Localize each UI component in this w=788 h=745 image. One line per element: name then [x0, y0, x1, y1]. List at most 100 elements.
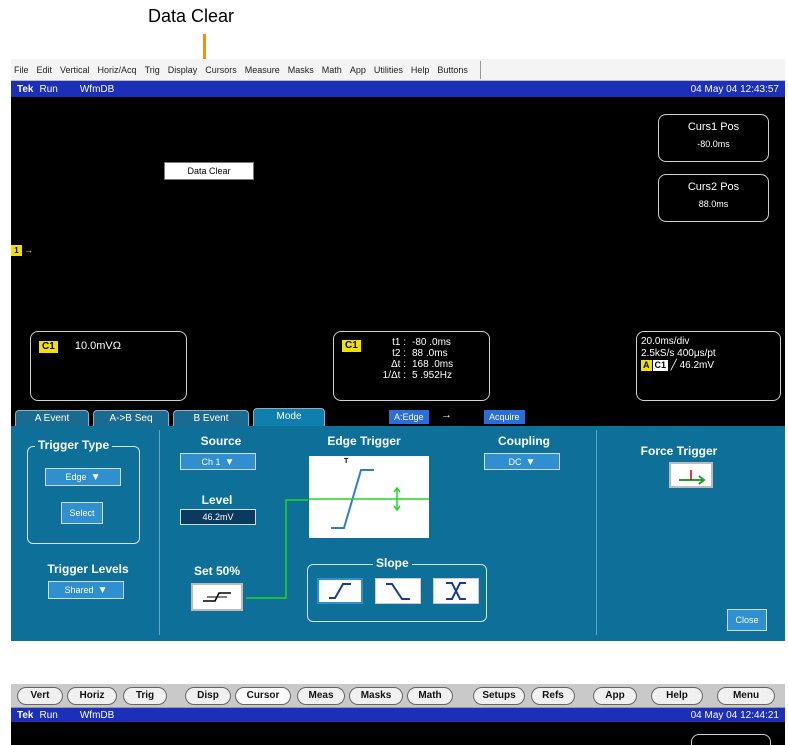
chevron-down-icon: ▼ — [224, 457, 235, 468]
inv-delta-t-value: 5 .952Hz — [412, 370, 453, 381]
menu-utilities[interactable]: Utilities — [374, 65, 403, 75]
setups-button[interactable]: Setups — [473, 687, 525, 705]
channel-1-arrow-icon: → — [24, 245, 33, 255]
source-value: Ch 1 — [201, 457, 221, 467]
vert-button[interactable]: Vert — [17, 687, 63, 705]
menu-vertical[interactable]: Vertical — [60, 65, 90, 75]
curs2-value: 88.0ms — [698, 199, 729, 209]
callout-label: Data Clear — [148, 6, 235, 26]
menu-app[interactable]: App — [350, 65, 366, 75]
level-field[interactable]: 46.2mV — [180, 509, 256, 525]
masks-button[interactable]: Masks — [349, 687, 403, 705]
force-trigger-icon — [679, 470, 706, 485]
source-title: Source — [200, 434, 242, 448]
trig-chip-c1: C1 — [652, 360, 669, 371]
trigger-type-group — [27, 446, 140, 544]
set-50-button[interactable] — [191, 583, 243, 611]
menu-measure[interactable]: Measure — [245, 65, 280, 75]
chevron-down-icon: ▼ — [97, 585, 108, 596]
brand-label: Tek — [17, 709, 34, 721]
status-bar: Tek Run WfmDB 04 May 04 12:43:57 — [11, 81, 785, 97]
menu-divider — [479, 60, 481, 79]
button-toolbar: Vert Horiz Trig Disp Cursor Meas Masks M… — [11, 684, 785, 708]
timestamp: 04 May 04 12:44:21 — [690, 709, 779, 721]
coupling-title: Coupling — [498, 434, 550, 448]
chevron-down-icon: ▼ — [525, 457, 536, 468]
acquire-status: Acquire — [484, 410, 525, 424]
menu-buttons[interactable]: Buttons — [437, 65, 468, 75]
edge-trigger-display: T — [309, 456, 429, 538]
source-dropdown[interactable]: Ch 1 ▼ — [180, 453, 256, 470]
menu-file[interactable]: File — [14, 65, 29, 75]
refs-button[interactable]: Refs — [531, 687, 575, 705]
slope-rising-button[interactable] — [317, 578, 363, 604]
trigger-status-edge: A:Edge — [389, 410, 429, 424]
menu-help[interactable]: Help — [411, 65, 430, 75]
curs2-title: Curs2 Pos — [687, 181, 740, 193]
run-state: Run — [39, 709, 58, 721]
data-clear-popup[interactable]: Data Clear — [164, 162, 254, 180]
cursor-button[interactable]: Cursor — [235, 687, 291, 705]
readout-box-partial — [691, 734, 771, 745]
channel-scale: 10.0mVΩ — [74, 340, 121, 352]
menu-display[interactable]: Display — [168, 65, 198, 75]
set-50-title: Set 50% — [193, 564, 241, 578]
trig-button[interactable]: Trig — [123, 687, 167, 705]
curs2-pos-box[interactable]: Curs2 Pos 88.0ms — [658, 174, 769, 222]
either-edge-icon — [446, 582, 466, 600]
channel-1-marker[interactable]: 1 — [11, 245, 22, 256]
slope-either-button[interactable] — [433, 578, 479, 604]
scope-screen-top: File Edit Vertical Horiz/Acq Trig Displa… — [11, 59, 785, 641]
panel-divider — [159, 430, 160, 635]
trigger-level-readout: ╱ 46.2mV — [670, 360, 715, 371]
tab-mode[interactable]: Mode — [253, 408, 325, 426]
trigger-tabs: A Event A->B Seq B Event Mode A:Edge → A… — [11, 408, 785, 426]
app-button[interactable]: App — [593, 687, 637, 705]
t1-label: t1 : — [392, 337, 406, 348]
cursor-readout-box: C1 t1 : -80 .0ms t2 : 88 .0ms Δt : 168 .0ms… — [333, 331, 490, 401]
tab-a-event[interactable]: A Event — [15, 410, 89, 426]
acq-mode: WfmDB — [79, 709, 115, 721]
menu-horiz-acq[interactable]: Horiz/Acq — [98, 65, 137, 75]
tab-b-event[interactable]: B Event — [173, 410, 249, 426]
trig-chip-a: A — [641, 360, 652, 371]
close-button[interactable]: Close — [727, 609, 767, 631]
menu-button[interactable]: Menu — [717, 687, 775, 705]
math-button[interactable]: Math — [407, 687, 453, 705]
run-state: Run — [39, 83, 58, 95]
tab-a-b-seq[interactable]: A->B Seq — [93, 410, 169, 426]
sample-rate: 2.5kS/s 400μs/pt — [641, 348, 716, 359]
time-per-div: 20.0ms/div — [641, 336, 690, 347]
select-button[interactable]: Select — [61, 502, 103, 524]
menu-math[interactable]: Math — [322, 65, 342, 75]
slope-falling-button[interactable] — [375, 578, 421, 604]
brand-label: Tek — [17, 83, 34, 95]
force-trigger-button[interactable] — [669, 462, 713, 488]
timestamp: 04 May 04 12:43:57 — [690, 83, 779, 95]
menu-trig[interactable]: Trig — [145, 65, 160, 75]
menu-bar: File Edit Vertical Horiz/Acq Trig Displa… — [11, 59, 785, 81]
menu-masks[interactable]: Masks — [288, 65, 314, 75]
meas-button[interactable]: Meas — [297, 687, 345, 705]
disp-button[interactable]: Disp — [185, 687, 231, 705]
t1-value: -80 .0ms — [412, 337, 451, 348]
panel-divider-right — [596, 430, 597, 635]
inv-delta-t-label: 1/Δt : — [382, 370, 406, 381]
curs1-pos-box[interactable]: Curs1 Pos -80.0ms — [658, 114, 769, 162]
level-connector-line — [246, 499, 308, 599]
trigger-levels-dropdown[interactable]: Shared ▼ — [48, 581, 124, 599]
trigger-type-dropdown[interactable]: Edge ▼ — [45, 468, 121, 486]
menu-edit[interactable]: Edit — [37, 65, 53, 75]
scope-screen-bottom: Vert Horiz Trig Disp Cursor Meas Masks M… — [11, 684, 785, 745]
t2-label: t2 : — [392, 348, 406, 359]
delta-t-value: 168 .0ms — [412, 359, 454, 370]
horiz-button[interactable]: Horiz — [67, 687, 117, 705]
cursor-chip: C1 — [342, 340, 361, 352]
set-level-icon — [203, 592, 231, 602]
help-button[interactable]: Help — [651, 687, 703, 705]
coupling-dropdown[interactable]: DC ▼ — [484, 453, 560, 470]
chevron-down-icon: ▼ — [90, 472, 101, 483]
level-title: Level — [201, 493, 233, 507]
menu-cursors[interactable]: Cursors — [205, 65, 237, 75]
rising-edge-icon — [329, 583, 351, 599]
